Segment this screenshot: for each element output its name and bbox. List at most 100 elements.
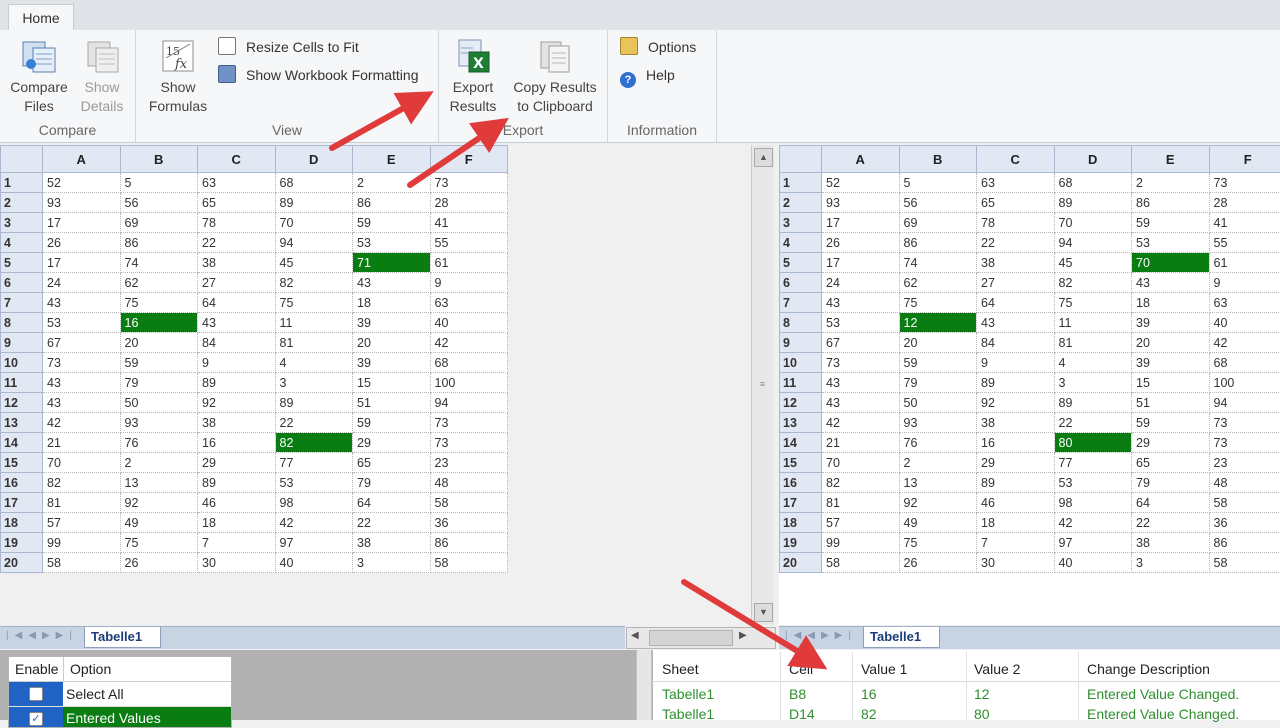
grid-cell[interactable]: 28 bbox=[1209, 193, 1280, 213]
grid-cell[interactable]: 82 bbox=[275, 273, 353, 293]
grid-cell[interactable]: 59 bbox=[1132, 213, 1210, 233]
grid-cell[interactable]: 20 bbox=[120, 333, 198, 353]
grid-cell[interactable]: 93 bbox=[822, 193, 900, 213]
grid-cell[interactable]: 41 bbox=[1209, 213, 1280, 233]
row-header[interactable]: 14 bbox=[1, 433, 43, 453]
row-header[interactable]: 18 bbox=[1, 513, 43, 533]
grid-cell[interactable]: 28 bbox=[430, 193, 508, 213]
column-header[interactable]: C bbox=[977, 146, 1055, 173]
options-row-entered-values[interactable]: ✓ Entered Values bbox=[9, 707, 231, 727]
row-header[interactable]: 11 bbox=[780, 373, 822, 393]
grid-cell[interactable]: 73 bbox=[1209, 433, 1280, 453]
grid-cell[interactable]: 53 bbox=[822, 313, 900, 333]
scroll-right-icon[interactable]: ▶ bbox=[739, 630, 747, 641]
grid-cell[interactable]: 22 bbox=[353, 513, 431, 533]
grid-cell[interactable]: 26 bbox=[43, 233, 121, 253]
grid-cell[interactable]: 65 bbox=[198, 193, 276, 213]
grid-cell[interactable]: 56 bbox=[120, 193, 198, 213]
row-header[interactable]: 13 bbox=[1, 413, 43, 433]
grid-cell[interactable]: 20 bbox=[353, 333, 431, 353]
grid-cell[interactable]: 52 bbox=[43, 173, 121, 193]
grid-cell[interactable]: 92 bbox=[977, 393, 1055, 413]
grid-cell[interactable]: 64 bbox=[353, 493, 431, 513]
row-header[interactable]: 13 bbox=[780, 413, 822, 433]
export-results-button[interactable]: X Export Results bbox=[441, 34, 505, 116]
grid-cell[interactable]: 70 bbox=[822, 453, 900, 473]
grid-cell[interactable]: 79 bbox=[353, 473, 431, 493]
grid-cell[interactable]: 89 bbox=[977, 373, 1055, 393]
grid-cell[interactable]: 53 bbox=[1132, 233, 1210, 253]
grid-cell[interactable]: 56 bbox=[899, 193, 977, 213]
row-header[interactable]: 5 bbox=[780, 253, 822, 273]
grid-cell[interactable]: 86 bbox=[1132, 193, 1210, 213]
row-header[interactable]: 1 bbox=[1, 173, 43, 193]
grid-cell[interactable]: 42 bbox=[43, 413, 121, 433]
panel-splitter[interactable] bbox=[636, 650, 652, 720]
column-header[interactable]: D bbox=[1054, 146, 1132, 173]
grid-cell[interactable]: 76 bbox=[899, 433, 977, 453]
grid-cell[interactable]: 53 bbox=[275, 473, 353, 493]
grid-cell[interactable]: 82 bbox=[822, 473, 900, 493]
grid-cell[interactable]: 86 bbox=[1209, 533, 1280, 553]
row-header[interactable]: 3 bbox=[780, 213, 822, 233]
grid-cell[interactable]: 94 bbox=[1054, 233, 1132, 253]
row-header[interactable]: 6 bbox=[1, 273, 43, 293]
sheet-nav-arrows-icon[interactable]: |◀◀▶▶| bbox=[6, 630, 78, 641]
grid-cell[interactable]: 27 bbox=[198, 273, 276, 293]
grid-cell[interactable]: 42 bbox=[1209, 333, 1280, 353]
grid-cell[interactable]: 75 bbox=[275, 293, 353, 313]
options-button[interactable]: Options bbox=[620, 36, 696, 58]
scroll-up-icon[interactable]: ▲ bbox=[754, 148, 773, 167]
grid-cell[interactable]: 89 bbox=[977, 473, 1055, 493]
grid-cell[interactable]: 43 bbox=[198, 313, 276, 333]
grid-cell[interactable]: 17 bbox=[822, 213, 900, 233]
grid-cell[interactable]: 23 bbox=[1209, 453, 1280, 473]
grid-cell[interactable]: 63 bbox=[430, 293, 508, 313]
grid-cell[interactable]: 63 bbox=[198, 173, 276, 193]
grid-cell[interactable]: 73 bbox=[1209, 413, 1280, 433]
grid-cell[interactable]: 26 bbox=[822, 233, 900, 253]
changed-cell[interactable]: 80 bbox=[1054, 433, 1132, 453]
row-header[interactable]: 14 bbox=[780, 433, 822, 453]
grid-cell[interactable]: 58 bbox=[430, 553, 508, 573]
resize-cells-button[interactable]: Resize Cells to Fit bbox=[218, 36, 359, 58]
grid-cell[interactable]: 92 bbox=[120, 493, 198, 513]
grid-cell[interactable]: 62 bbox=[120, 273, 198, 293]
grid-cell[interactable]: 29 bbox=[353, 433, 431, 453]
changed-cell[interactable]: 12 bbox=[899, 313, 977, 333]
grid-cell[interactable]: 18 bbox=[353, 293, 431, 313]
grid-cell[interactable]: 94 bbox=[430, 393, 508, 413]
grid-cell[interactable]: 2 bbox=[1132, 173, 1210, 193]
grid-cell[interactable]: 3 bbox=[1132, 553, 1210, 573]
grid-cell[interactable]: 79 bbox=[1132, 473, 1210, 493]
grid-cell[interactable]: 100 bbox=[430, 373, 508, 393]
grid-cell[interactable]: 39 bbox=[1132, 353, 1210, 373]
grid-cell[interactable]: 18 bbox=[198, 513, 276, 533]
grid-cell[interactable]: 75 bbox=[899, 293, 977, 313]
grid-cell[interactable]: 21 bbox=[43, 433, 121, 453]
row-header[interactable]: 16 bbox=[1, 473, 43, 493]
grid-cell[interactable]: 22 bbox=[1132, 513, 1210, 533]
grid-cell[interactable]: 36 bbox=[1209, 513, 1280, 533]
show-formulas-button[interactable]: 15fx Show Formulas bbox=[142, 34, 214, 116]
row-header[interactable]: 19 bbox=[780, 533, 822, 553]
grid-cell[interactable]: 38 bbox=[353, 533, 431, 553]
grid-cell[interactable]: 62 bbox=[899, 273, 977, 293]
grid-cell[interactable]: 89 bbox=[1054, 393, 1132, 413]
row-header[interactable]: 12 bbox=[780, 393, 822, 413]
grid-cell[interactable]: 15 bbox=[1132, 373, 1210, 393]
grid-cell[interactable]: 9 bbox=[430, 273, 508, 293]
grid-cell[interactable]: 89 bbox=[1054, 193, 1132, 213]
grid-cell[interactable]: 29 bbox=[1132, 433, 1210, 453]
grid-cell[interactable]: 51 bbox=[1132, 393, 1210, 413]
grid-cell[interactable]: 99 bbox=[822, 533, 900, 553]
left-sheet-tab[interactable]: Tabelle1 bbox=[84, 627, 161, 648]
grid-cell[interactable]: 69 bbox=[899, 213, 977, 233]
grid-cell[interactable]: 50 bbox=[120, 393, 198, 413]
grid-cell[interactable]: 46 bbox=[198, 493, 276, 513]
grid-cell[interactable]: 42 bbox=[1054, 513, 1132, 533]
grid-cell[interactable]: 75 bbox=[899, 533, 977, 553]
corner-cell[interactable] bbox=[780, 146, 822, 173]
grid-cell[interactable]: 89 bbox=[198, 373, 276, 393]
grid-cell[interactable]: 43 bbox=[43, 293, 121, 313]
